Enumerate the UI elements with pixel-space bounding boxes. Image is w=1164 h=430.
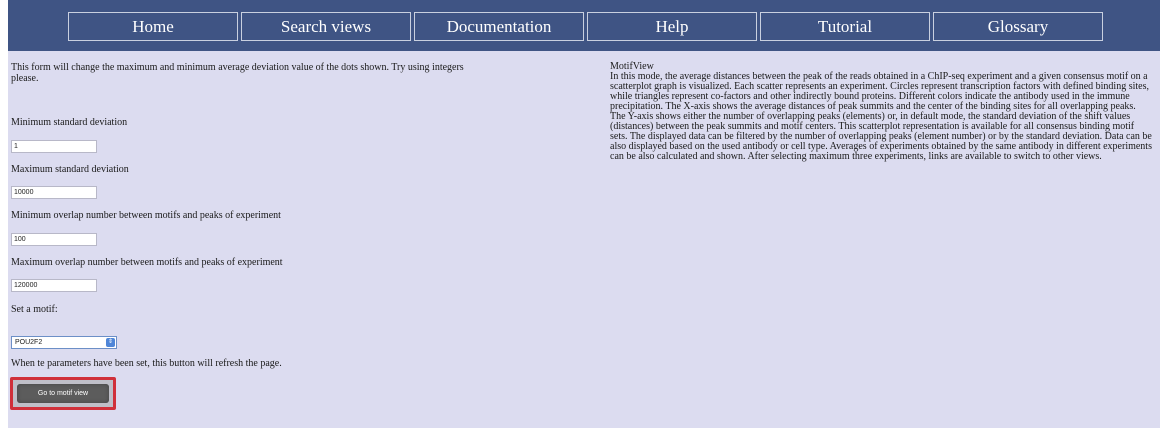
motifview-description: MotifView In this mode, the average dist… — [610, 62, 1152, 162]
min-overlap-label: Minimum overlap number between motifs an… — [11, 210, 281, 221]
main-content: This form will change the maximum and mi… — [8, 51, 1160, 428]
max-overlap-label: Maximum overlap number between motifs an… — [11, 257, 283, 268]
form-intro-text: This form will change the maximum and mi… — [11, 62, 464, 84]
min-overlap-input[interactable]: 100 — [11, 233, 97, 246]
top-navbar: Home Search views Documentation Help Tut… — [8, 0, 1160, 51]
max-std-label: Maximum standard deviation — [11, 164, 129, 175]
nav-item-help[interactable]: Help — [587, 12, 757, 41]
button-highlight-box: Go to motif view — [10, 377, 116, 410]
nav-menu: Home Search views Documentation Help Tut… — [68, 12, 1106, 41]
nav-item-glossary[interactable]: Glossary — [933, 12, 1103, 41]
go-to-motif-view-button[interactable]: Go to motif view — [17, 384, 109, 403]
min-std-input[interactable]: 1 — [11, 140, 97, 153]
nav-item-search-views[interactable]: Search views — [241, 12, 411, 41]
nav-item-tutorial[interactable]: Tutorial — [760, 12, 930, 41]
motif-select-value: POU2F2 — [15, 339, 43, 346]
nav-item-home[interactable]: Home — [68, 12, 238, 41]
motif-select[interactable]: POU2F2 ⇕ — [11, 336, 117, 349]
refresh-note: When te parameters have been set, this b… — [11, 358, 282, 369]
select-arrows-icon: ⇕ — [106, 338, 115, 347]
nav-item-documentation[interactable]: Documentation — [414, 12, 584, 41]
min-std-label: Minimum standard deviation — [11, 117, 128, 128]
max-std-input[interactable]: 10000 — [11, 186, 97, 199]
filter-form-intro: This form will change the maximum and mi… — [11, 62, 491, 84]
description-body: In this mode, the average distances betw… — [610, 71, 1152, 162]
motif-label: Set a motif: — [11, 304, 58, 315]
max-overlap-input[interactable]: 120000 — [11, 279, 97, 292]
